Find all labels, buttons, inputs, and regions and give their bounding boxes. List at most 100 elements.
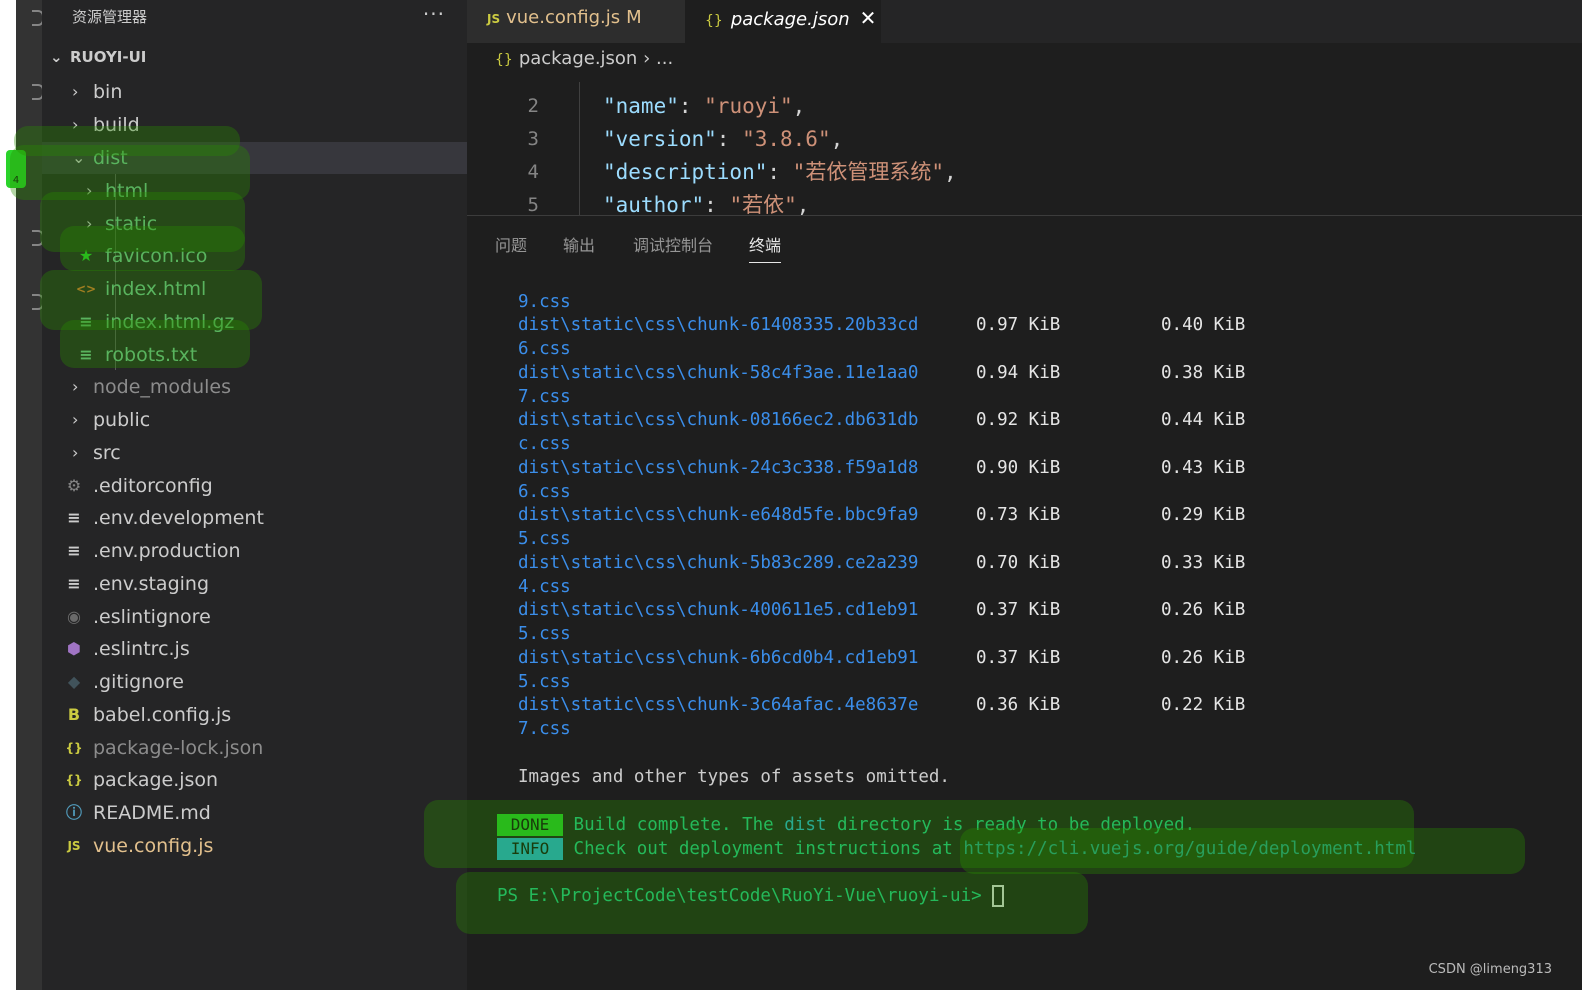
asset-gzip-size: 0.26 KiB	[1161, 600, 1246, 620]
asset-gzip-size: 0.33 KiB	[1161, 552, 1246, 573]
tab-bar: JS vue.config.js M {} package.json ✕	[467, 0, 1582, 43]
asset-path: 6.css	[518, 339, 571, 359]
asset-path: dist\static\css\chunk-24c3c338.f59a1d8	[518, 457, 919, 478]
tree-item-label: .env.production	[93, 540, 241, 562]
asset-gzip-size: 0.44 KiB	[1161, 410, 1246, 430]
asset-size: 0.97 KiB	[976, 315, 1061, 335]
punctuation: :	[704, 193, 730, 215]
tree-item[interactable]: › src	[42, 437, 467, 469]
tree-item[interactable]: Bbabel.config.js	[42, 699, 467, 731]
tree-item[interactable]: ≡ .env.development	[42, 502, 467, 534]
line-number: 2	[527, 95, 539, 117]
file-type-icon: B	[67, 705, 81, 724]
asset-path: dist\static\css\chunk-6b6cd0b4.cd1eb91	[518, 647, 919, 668]
asset-path: dist\static\css\chunk-5b83c289.ce2a239	[518, 552, 919, 573]
breadcrumb-symbols[interactable]: ...	[656, 48, 673, 69]
tree-item[interactable]: › public	[42, 404, 467, 436]
chevron-right-icon: ›	[72, 377, 79, 396]
tab-terminal[interactable]: 终端	[749, 232, 782, 263]
json-file-icon: {}	[495, 52, 513, 68]
modified-indicator: M	[626, 7, 642, 28]
tree-item[interactable]: ≡ .env.production	[42, 535, 467, 567]
asset-size: 0.73 KiB	[976, 505, 1061, 525]
asset-gzip-size: 0.26 KiB	[1161, 647, 1246, 668]
asset-gzip-size: 0.38 KiB	[1161, 362, 1246, 383]
workspace-root[interactable]: ⌄ RUOYI-UI	[50, 48, 146, 66]
asset-path: dist\static\css\chunk-58c4f3ae.11e1aa0	[518, 362, 919, 383]
editor-area: JS vue.config.js M {} package.json ✕ {} packa…	[467, 0, 1582, 215]
tab-debug-console[interactable]: 调试控制台	[633, 232, 713, 256]
asset-size: 0.90 KiB	[976, 457, 1061, 478]
tree-item-label: babel.config.js	[93, 704, 232, 726]
asset-path: dist\static\css\chunk-61408335.20b33cd	[518, 315, 919, 335]
asset-path: 7.css	[518, 719, 571, 739]
file-type-icon: {}	[65, 741, 83, 755]
tree-item-label: .eslintignore	[93, 606, 211, 628]
asset-size: 0.94 KiB	[976, 362, 1061, 383]
code-text: "author": "若依",	[603, 189, 809, 215]
file-type-icon: {}	[65, 773, 83, 787]
breadcrumb-file[interactable]: package.json	[519, 48, 638, 69]
asset-path: 7.css	[518, 386, 571, 407]
tab-package-json[interactable]: {} package.json ✕	[685, 0, 881, 43]
code-text: "description": "若依管理系统",	[603, 156, 957, 189]
file-type-icon: ⚙	[66, 476, 82, 495]
breadcrumb: {} package.json › ...	[495, 48, 673, 69]
highlight-mark	[60, 226, 245, 271]
chevron-down-icon: ⌄	[50, 48, 63, 66]
punctuation: ,	[792, 94, 806, 118]
asset-path: dist\static\css\chunk-08166ec2.db631db	[518, 410, 919, 430]
tree-item[interactable]: {} package.json	[42, 764, 467, 796]
file-type-icon: ⬢	[67, 639, 81, 658]
tree-item-label: public	[93, 409, 151, 431]
punctuation: ,	[830, 127, 844, 151]
tree-item[interactable]: {} package-lock.json	[42, 732, 467, 764]
asset-path: 5.css	[518, 671, 571, 692]
file-type-icon: ≡	[67, 574, 81, 593]
workspace-root-label: RUOYI-UI	[70, 48, 147, 66]
code-line: 3 "version": "3.8.6",	[467, 123, 1582, 156]
punctuation: ,	[943, 160, 957, 184]
json-file-icon: {}	[705, 13, 723, 29]
json-key: "name"	[603, 94, 679, 118]
window-bottom-edge	[0, 990, 1582, 999]
code-line: 5 "author": "若依",	[467, 189, 1582, 215]
chevron-right-icon: ›	[72, 82, 79, 101]
tree-item[interactable]: ⚙ .editorconfig	[42, 470, 467, 502]
tab-output[interactable]: 输出	[563, 232, 595, 256]
code-line: 2 "name": "ruoyi",	[467, 90, 1582, 123]
tree-item-label: bin	[93, 81, 123, 103]
tab-problems[interactable]: 问题	[495, 232, 527, 256]
tree-item-label: README.md	[93, 802, 211, 824]
tree-item[interactable]: ≡ .env.staging	[42, 568, 467, 600]
json-key: "description"	[603, 160, 768, 184]
tree-item-label: package-lock.json	[93, 737, 264, 759]
tab-vue-config[interactable]: JS vue.config.js M	[467, 0, 685, 43]
asset-size: 0.37 KiB	[976, 647, 1061, 668]
asset-path: 4.css	[518, 576, 571, 597]
asset-size: 0.92 KiB	[976, 410, 1061, 430]
tree-item[interactable]: ⓘ README.md	[42, 797, 467, 829]
asset-size: 0.70 KiB	[976, 552, 1061, 573]
tree-item[interactable]: › bin	[42, 76, 467, 108]
tree-item[interactable]: ⬢ .eslintrc.js	[42, 633, 467, 665]
asset-path: 9.css	[518, 292, 571, 312]
asset-gzip-size: 0.40 KiB	[1161, 315, 1246, 335]
tree-item[interactable]: › node_modules	[42, 371, 467, 403]
file-type-icon: ◆	[67, 672, 81, 691]
tree-item-label: vue.config.js	[93, 835, 214, 857]
tree-item[interactable]: ◉ .eslintignore	[42, 601, 467, 633]
asset-path: dist\static\css\chunk-400611e5.cd1eb91	[518, 600, 919, 620]
tree-item-label: .env.staging	[93, 573, 210, 595]
json-key: "version"	[603, 127, 717, 151]
chevron-right-icon: ›	[72, 443, 79, 462]
tree-item[interactable]: JS vue.config.js	[42, 830, 467, 862]
close-icon[interactable]: ✕	[860, 6, 877, 30]
tree-item-label: node_modules	[93, 376, 232, 398]
explorer-title: 资源管理器	[72, 8, 148, 26]
more-actions-icon[interactable]: ···	[423, 2, 445, 26]
tree-item-label: .env.development	[93, 507, 264, 529]
tab-label: package.json	[730, 9, 850, 30]
breadcrumb-separator: ›	[643, 48, 651, 69]
tree-item[interactable]: ◆ .gitignore	[42, 666, 467, 698]
